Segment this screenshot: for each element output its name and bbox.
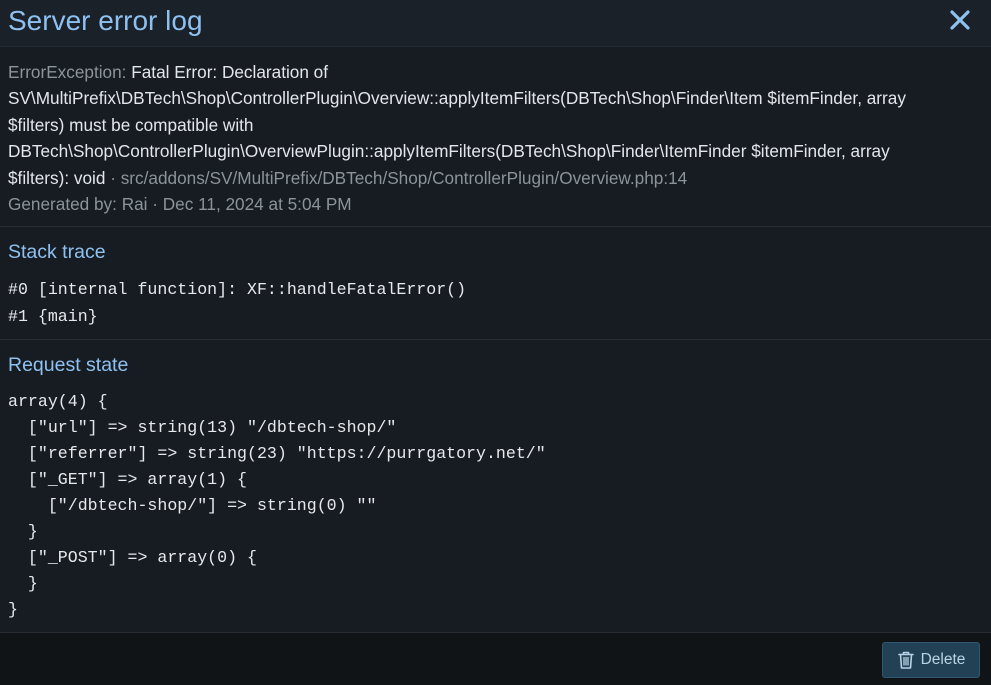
error-details: ErrorException: Fatal Error: Declaration…: [0, 47, 991, 228]
request-state-section: Request state array(4) { ["url"] => stri…: [0, 340, 991, 635]
request-state-line: }: [8, 522, 38, 542]
error-message-line: DBTech\Shop\ControllerPlugin\OverviewPlu…: [8, 141, 890, 162]
close-button[interactable]: [947, 7, 973, 33]
overlay-header: Server error log: [0, 0, 991, 47]
request-state-line: ["/dbtech-shop/"] => string(0) "": [8, 496, 377, 515]
request-state-title: Request state: [8, 353, 129, 376]
request-state-line: }: [8, 574, 38, 594]
trash-icon: [897, 651, 914, 669]
stack-trace-line: #0 [internal function]: XF::handleFatalE…: [8, 280, 467, 300]
error-message-line: $filters) must be compatible with: [8, 114, 254, 135]
request-state-line: ["_GET"] => array(1) {: [8, 469, 247, 489]
error-line: ErrorException: Fatal Error: Declaration…: [8, 59, 983, 85]
request-state-code: array(4) { ["url"] => string(13) "/dbtec…: [8, 389, 983, 624]
stack-trace-line: #1 {main}: [8, 306, 98, 326]
request-state-line: ["url"] => string(13) "/dbtech-shop/": [8, 417, 397, 437]
request-state-line: ["_POST"] => array(0) {: [8, 548, 257, 568]
stack-trace-code: #0 [internal function]: XF::handleFatalE…: [8, 277, 983, 329]
error-message-line: SV\MultiPrefix\DBTech\Shop\ControllerPlu…: [8, 88, 906, 109]
request-state-line: ["referrer"] => string(23) "https://purr…: [8, 443, 546, 463]
error-log-overlay: Server error log ErrorException: Fatal E…: [0, 0, 991, 685]
error-generated-by: Generated by: Rai · Dec 11, 2024 at 5:04…: [8, 194, 352, 215]
delete-button-label: Delete: [920, 651, 966, 668]
error-message-line: Fatal Error: Declaration of: [131, 62, 329, 82]
error-location: · src/addons/SV/MultiPrefix/DBTech/Shop/…: [110, 167, 688, 188]
delete-button[interactable]: Delete: [882, 642, 980, 678]
request-state-line: array(4) {: [8, 391, 108, 411]
error-type: ErrorException:: [8, 62, 127, 82]
overlay-title: Server error log: [8, 5, 203, 36]
error-line: $filters): void · src/addons/SV/MultiPre…: [8, 165, 983, 191]
stack-trace-section: Stack trace #0 [internal function]: XF::…: [0, 227, 991, 340]
error-message-line: $filters): void: [8, 167, 106, 188]
stack-trace-title: Stack trace: [8, 241, 106, 264]
overlay-footer: Delete: [0, 632, 991, 685]
request-state-line: }: [8, 600, 18, 620]
close-icon: [950, 10, 970, 30]
